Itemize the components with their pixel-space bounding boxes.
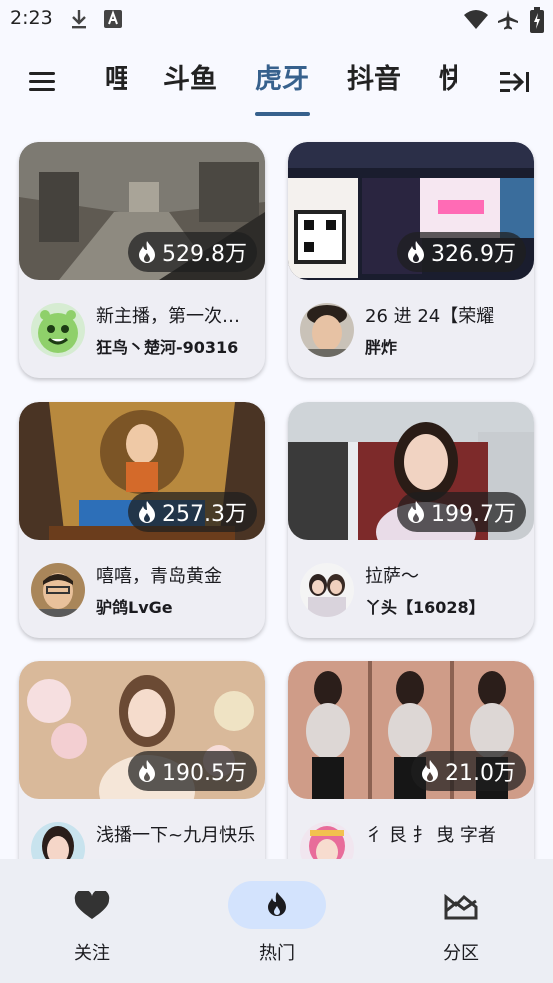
stream-thumbnail: 257.3万 [19, 402, 265, 540]
download-icon [72, 10, 86, 29]
stream-card[interactable]: 326.9万 26 进 24【荣耀 胖炸 [288, 142, 534, 378]
streamer-name: 驴鸽LvGe [96, 598, 173, 617]
avatar [300, 303, 354, 357]
avatar [31, 303, 85, 357]
viewer-count-badge: 326.9万 [397, 232, 526, 272]
nav-category[interactable]: 分区 [406, 881, 526, 971]
stream-title: 新主播，第一次直播 [96, 306, 256, 327]
nav-hot-label: 热门 [259, 943, 295, 964]
viewer-count: 199.7万 [431, 502, 516, 527]
viewer-count-badge: 21.0万 [411, 751, 526, 791]
fire-icon [139, 760, 156, 782]
stream-title: 嘻嘻，青岛黄金 [96, 566, 222, 587]
collapse-right-icon[interactable] [498, 68, 534, 96]
stream-title: 浅播一下~九月快乐 [96, 825, 256, 846]
stream-thumbnail: 326.9万 [288, 142, 534, 280]
avatar [300, 563, 354, 617]
bottom-navigation-bar: 关注 热门 分区 [0, 859, 553, 983]
fire-icon [408, 241, 425, 263]
hamburger-menu-icon [29, 72, 55, 75]
viewer-count-badge: 257.3万 [128, 492, 257, 532]
status-time: 2:23 [10, 7, 53, 29]
tab-bilibili[interactable]: 哩 [105, 60, 127, 100]
nav-follow-label: 关注 [74, 943, 110, 964]
airplane-icon [498, 10, 518, 30]
tab-douyin[interactable]: 抖音 [347, 60, 401, 100]
stream-thumbnail: 199.7万 [288, 402, 534, 540]
fire-icon [408, 501, 425, 523]
heart-icon [74, 891, 110, 919]
wifi-icon [464, 10, 488, 29]
avatar [31, 563, 85, 617]
battery-charging-icon [530, 7, 544, 33]
stream-card[interactable]: 257.3万 嘻嘻，青岛黄金 驴鸽LvGe [19, 402, 265, 638]
fire-icon [422, 760, 438, 782]
streamer-name: 丫头【16028】 [365, 598, 485, 617]
mountains-icon [444, 893, 478, 920]
viewer-count: 190.5万 [162, 761, 247, 786]
viewer-count-badge: 190.5万 [128, 751, 257, 791]
nav-category-label: 分区 [443, 943, 479, 964]
active-tab-indicator [255, 112, 310, 116]
viewer-count-badge: 199.7万 [397, 492, 526, 532]
status-bar: 2:23 [0, 0, 553, 40]
viewer-count: 21.0万 [445, 761, 516, 786]
stream-card[interactable]: 529.8万 新主播，第一次直播 狂鸟丶楚河-90316 [19, 142, 265, 378]
stream-card[interactable]: 199.7万 拉萨～ 丫头【16028】 [288, 402, 534, 638]
nav-hot[interactable]: 热门 [222, 881, 342, 971]
viewer-count: 529.8万 [162, 242, 247, 267]
viewer-count: 257.3万 [162, 502, 247, 527]
tab-kuaishou[interactable]: 快 [439, 60, 457, 100]
stream-thumbnail: 21.0万 [288, 661, 534, 799]
streamer-name: 狂鸟丶楚河-90316 [96, 338, 239, 357]
tab-huya[interactable]: 虎牙 [255, 60, 309, 100]
top-tab-bar: 哩 斗鱼 虎牙 抖音 快 [0, 52, 553, 122]
text-a-icon [104, 10, 122, 28]
viewer-count-badge: 529.8万 [128, 232, 257, 272]
stream-title: 彳 艮 扌 曳 字者 [365, 825, 496, 846]
fire-icon [139, 241, 156, 263]
fire-icon [139, 501, 156, 523]
viewer-count: 326.9万 [431, 242, 516, 267]
menu-button[interactable] [26, 66, 60, 96]
stream-thumbnail: 190.5万 [19, 661, 265, 799]
stream-title: 26 进 24【荣耀 [365, 306, 495, 327]
tab-douyu[interactable]: 斗鱼 [163, 60, 217, 100]
streamer-name: 胖炸 [365, 338, 398, 357]
stream-title: 拉萨～ [365, 566, 419, 587]
fire-icon [268, 892, 286, 916]
nav-follow[interactable]: 关注 [37, 881, 157, 971]
stream-thumbnail: 529.8万 [19, 142, 265, 280]
